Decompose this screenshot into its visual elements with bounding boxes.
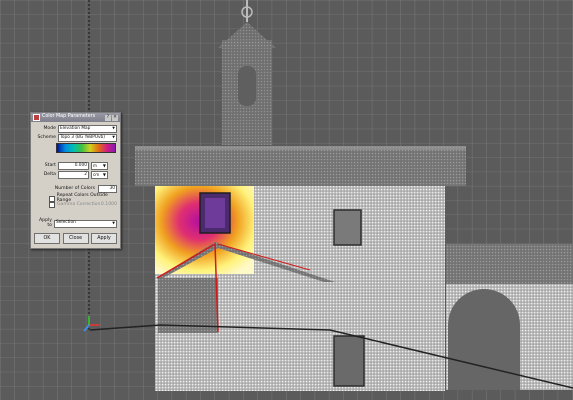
num-colors-input[interactable]: 30 bbox=[98, 185, 117, 193]
palette-icon bbox=[33, 114, 40, 121]
chevron-down-icon: ▼ bbox=[112, 220, 115, 225]
apply-to-value: Selection bbox=[56, 220, 76, 226]
num-colors-label: Number of Colors bbox=[54, 185, 95, 191]
mode-label: Mode bbox=[43, 125, 56, 131]
scheme-dropdown[interactable]: Topo 3 (BG YeBPUvb) ▼ bbox=[58, 134, 117, 142]
mode-dropdown[interactable]: Elevation Map ▼ bbox=[58, 125, 117, 133]
chevron-down-icon: ▼ bbox=[102, 172, 106, 177]
mode-value: Elevation Map bbox=[60, 125, 91, 131]
dialog-titlebar[interactable]: Color Map Parameters ? ✕ bbox=[31, 113, 120, 122]
scheme-label: Scheme bbox=[37, 134, 56, 140]
chevron-down-icon: ▼ bbox=[112, 126, 115, 131]
delta-input[interactable]: 2 bbox=[58, 171, 89, 179]
chevron-down-icon: ▼ bbox=[112, 135, 115, 140]
gamma-correction-checkbox[interactable] bbox=[49, 202, 55, 208]
start-unit-value: m bbox=[93, 163, 97, 168]
main-roof bbox=[135, 146, 466, 186]
apply-button[interactable]: Apply bbox=[91, 233, 117, 244]
start-input[interactable]: 0.000 bbox=[58, 162, 89, 170]
ok-button[interactable]: OK bbox=[34, 233, 60, 244]
repeat-colors-checkbox[interactable] bbox=[49, 195, 55, 202]
scheme-value: Topo 3 (BG YeBPUvb) bbox=[60, 134, 105, 140]
color-map-dialog: Color Map Parameters ? ✕ Mode Elevation … bbox=[30, 112, 121, 249]
start-label: Start bbox=[44, 162, 56, 168]
color-ramp-preview bbox=[56, 143, 116, 153]
delta-unit-value: cm bbox=[93, 172, 100, 177]
apply-to-dropdown[interactable]: Selection ▼ bbox=[54, 219, 117, 228]
delta-unit-dropdown[interactable]: cm ▼ bbox=[91, 171, 108, 179]
gamma-value: 0.1000 bbox=[100, 201, 117, 207]
start-unit-dropdown[interactable]: m ▼ bbox=[91, 162, 108, 170]
help-icon[interactable]: ? bbox=[105, 114, 111, 121]
dialog-title: Color Map Parameters bbox=[42, 114, 96, 120]
apply-to-label: Apply to bbox=[39, 218, 52, 228]
close-button[interactable]: Close bbox=[62, 233, 89, 244]
gamma-correction-label: Gamma Correction bbox=[57, 201, 101, 207]
delta-label: Delta bbox=[43, 171, 56, 177]
close-icon[interactable]: ✕ bbox=[112, 114, 118, 121]
chevron-down-icon: ▼ bbox=[102, 163, 106, 168]
